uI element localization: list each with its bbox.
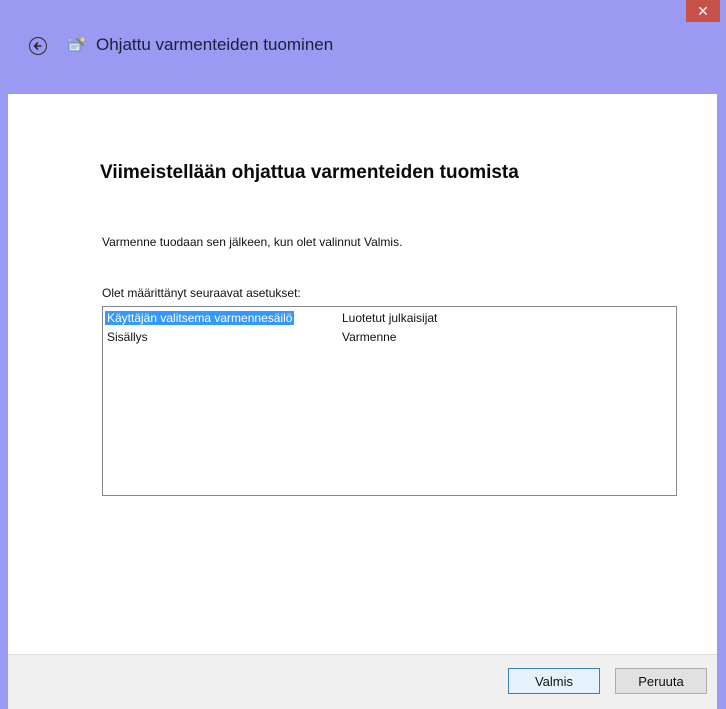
setting-key: Käyttäjän valitsema varmennesäilö: [105, 311, 295, 325]
wizard-header-title: Ohjattu varmenteiden tuominen: [96, 35, 334, 54]
certificate-wizard-icon: [68, 37, 85, 52]
setting-key: Sisällys: [107, 330, 148, 344]
wizard-window: ✕ Ohjattu varmenteiden tuominen Viimeist…: [0, 0, 726, 709]
close-icon: ✕: [697, 2, 709, 19]
button-bar: Valmis Peruuta: [8, 654, 717, 709]
description-text: Varmenne tuodaan sen jälkeen, kun olet v…: [102, 235, 403, 249]
back-button[interactable]: [29, 37, 47, 55]
settings-list[interactable]: Käyttäjän valitsema varmennesäilö Luotet…: [102, 306, 677, 496]
setting-value: Varmenne: [342, 330, 397, 344]
close-button[interactable]: ✕: [686, 0, 720, 22]
back-arrow-icon: [33, 42, 42, 50]
cancel-button[interactable]: Peruuta: [615, 668, 707, 694]
page-title: Viimeistellään ohjattua varmenteiden tuo…: [100, 162, 519, 183]
setting-value: Luotetut julkaisijat: [342, 311, 438, 325]
title-bar: ✕: [0, 0, 726, 30]
settings-list-label: Olet määrittänyt seuraavat asetukset:: [102, 286, 301, 300]
finish-button[interactable]: Valmis: [508, 668, 600, 694]
wizard-content: Viimeistellään ohjattua varmenteiden tuo…: [8, 94, 717, 654]
